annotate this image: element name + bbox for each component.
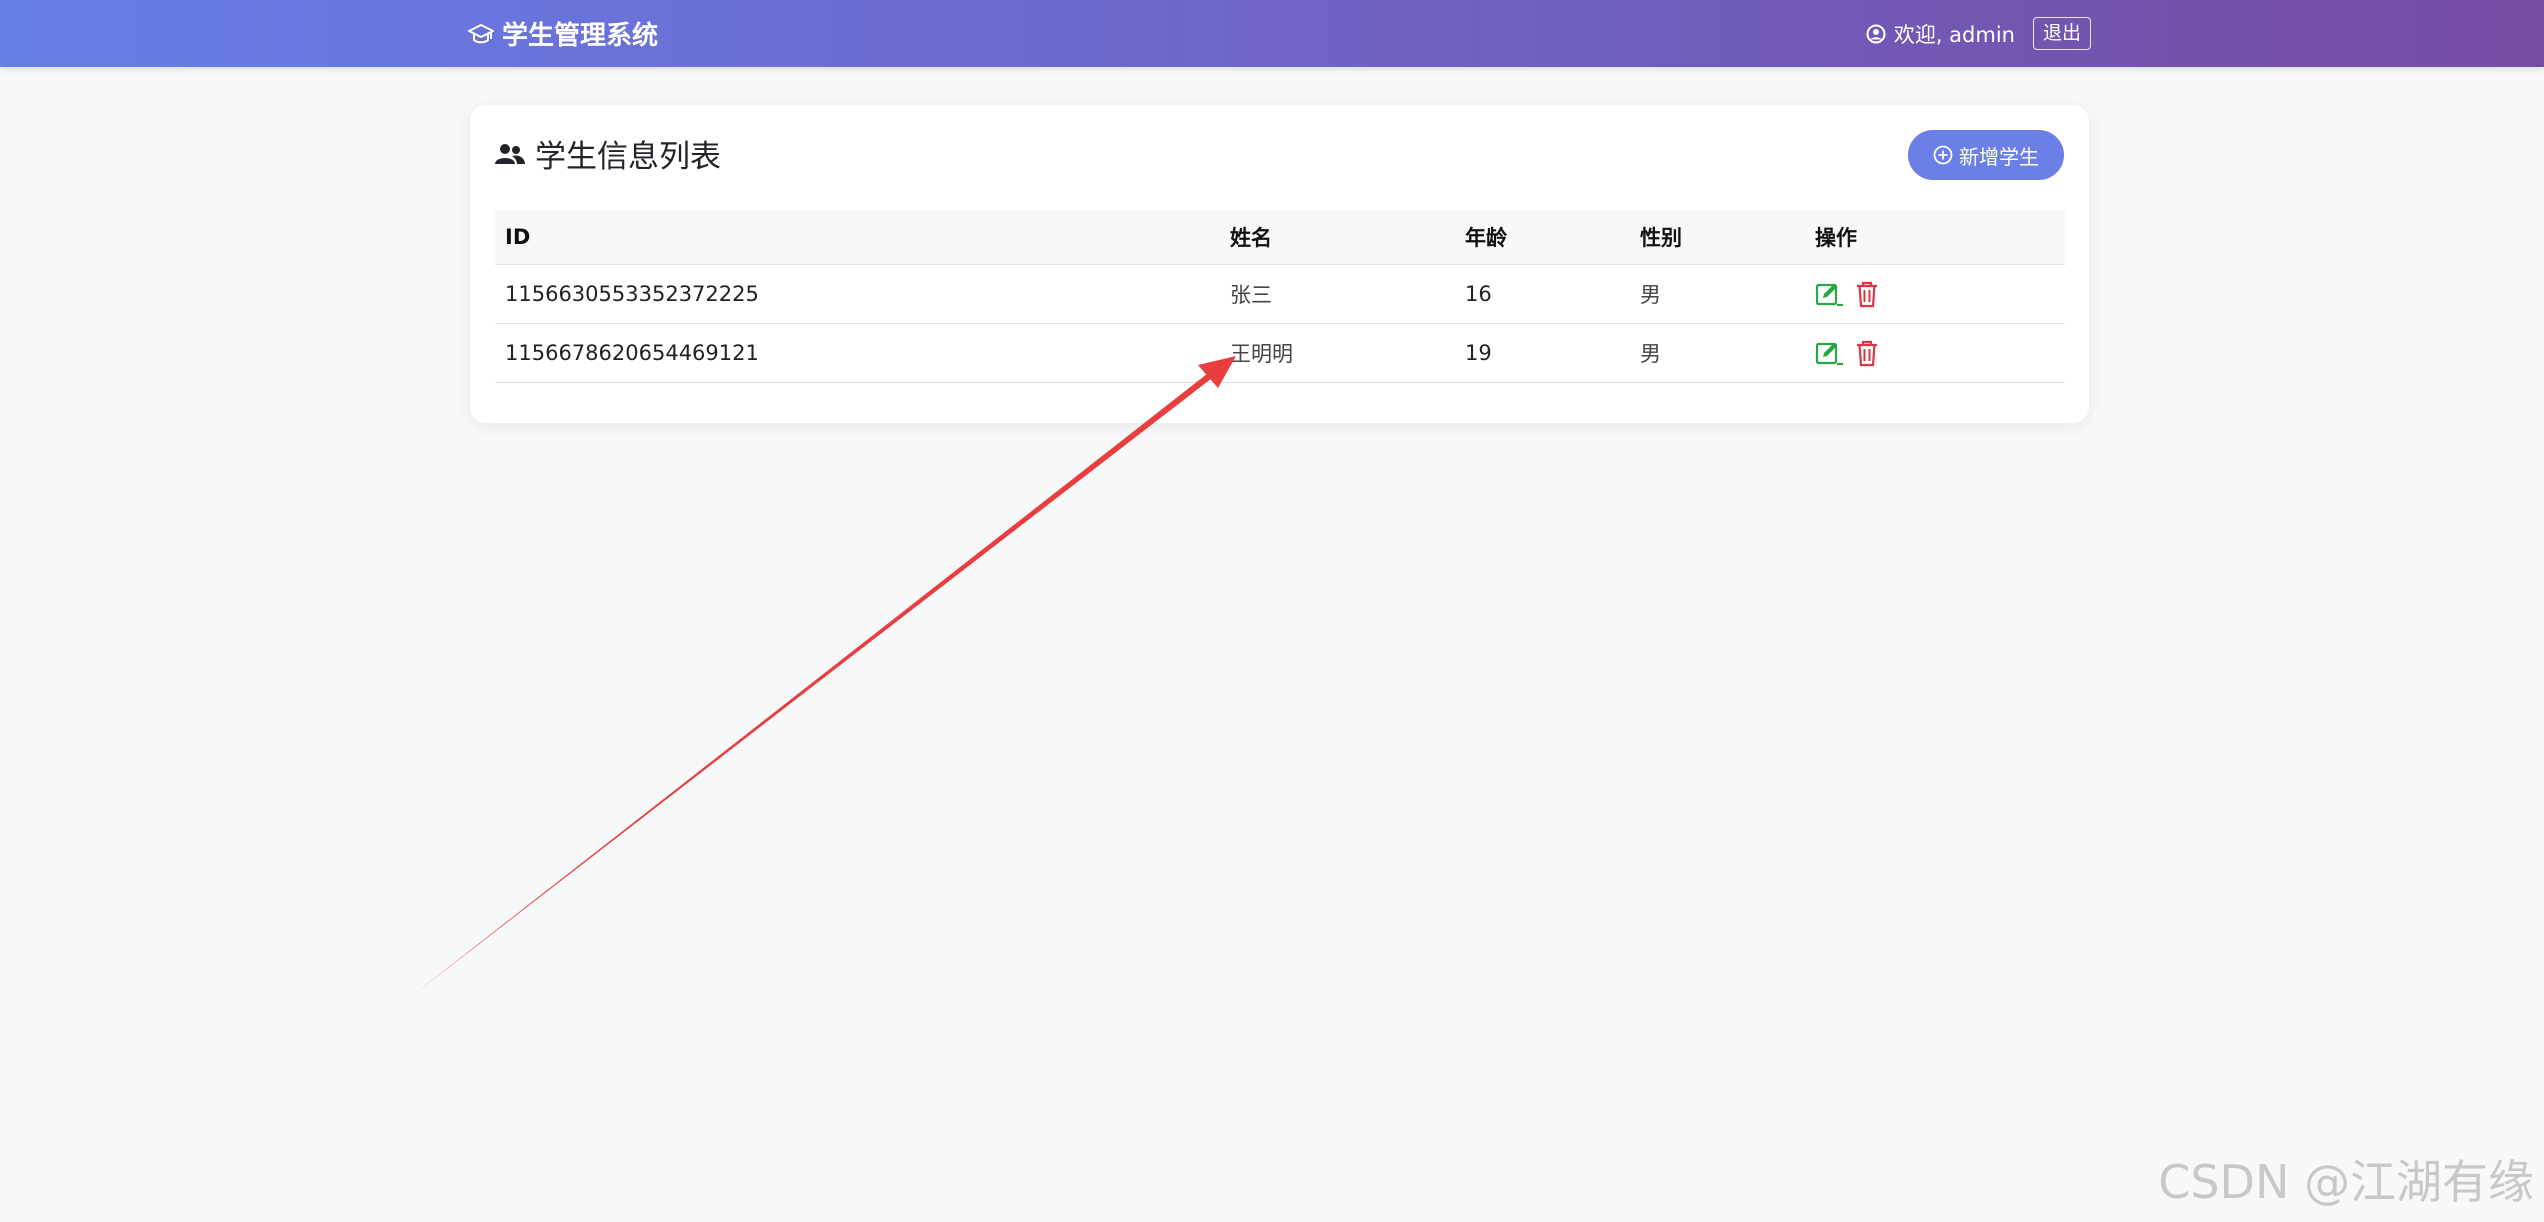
logout-button[interactable]: 退出 bbox=[2032, 16, 2091, 51]
cell-gender: 男 bbox=[1640, 342, 1661, 366]
header-age: 年龄 bbox=[1465, 226, 1507, 250]
table-row: 1156630553352372225 张三 16 男 bbox=[495, 265, 2065, 324]
cell-actions bbox=[1815, 324, 1889, 382]
cell-name: 王明明 bbox=[1230, 342, 1293, 366]
table-row: 1156678620654469121 王明明 19 男 bbox=[495, 324, 2065, 383]
edit-icon[interactable] bbox=[1815, 339, 1845, 367]
cell-id: 1156678620654469121 bbox=[505, 341, 759, 365]
graduation-cap-icon bbox=[468, 23, 494, 43]
cell-age: 16 bbox=[1465, 282, 1492, 306]
student-table: ID 姓名 年龄 性别 操作 1156630553352372225 张三 16… bbox=[495, 210, 2065, 383]
cell-id: 1156630553352372225 bbox=[505, 282, 759, 306]
cell-actions bbox=[1815, 265, 1889, 323]
user-area: 欢迎, admin 退出 bbox=[1866, 0, 2091, 67]
top-navbar: 学生管理系统 欢迎, admin 退出 bbox=[0, 0, 2544, 67]
header-name: 姓名 bbox=[1230, 226, 1272, 250]
header-gender: 性别 bbox=[1640, 226, 1682, 250]
table-header-row: ID 姓名 年龄 性别 操作 bbox=[495, 210, 2065, 265]
watermark: CSDN @江湖有缘 bbox=[2158, 1155, 2534, 1209]
header-id: ID bbox=[505, 225, 531, 249]
trash-icon[interactable] bbox=[1855, 280, 1879, 308]
user-circle-icon bbox=[1866, 24, 1886, 44]
welcome-text: 欢迎, admin bbox=[1893, 22, 2015, 47]
cell-gender: 男 bbox=[1640, 283, 1661, 307]
add-student-label: 新增学生 bbox=[1959, 144, 2039, 169]
add-student-button[interactable]: 新增学生 bbox=[1908, 130, 2064, 180]
card-header: 学生信息列表 bbox=[495, 131, 721, 176]
edit-icon[interactable] bbox=[1815, 280, 1845, 308]
cell-name: 张三 bbox=[1230, 283, 1272, 307]
brand[interactable]: 学生管理系统 bbox=[468, 0, 658, 67]
cell-age: 19 bbox=[1465, 341, 1492, 365]
trash-icon[interactable] bbox=[1855, 339, 1879, 367]
student-list-card: 学生信息列表 新增学生 ID 姓名 年龄 性别 操作 1156630553352… bbox=[470, 105, 2089, 423]
header-actions: 操作 bbox=[1815, 226, 1857, 250]
plus-circle-icon bbox=[1933, 145, 1953, 165]
brand-title: 学生管理系统 bbox=[502, 21, 659, 51]
users-icon bbox=[495, 142, 525, 166]
card-title: 学生信息列表 bbox=[535, 139, 721, 175]
